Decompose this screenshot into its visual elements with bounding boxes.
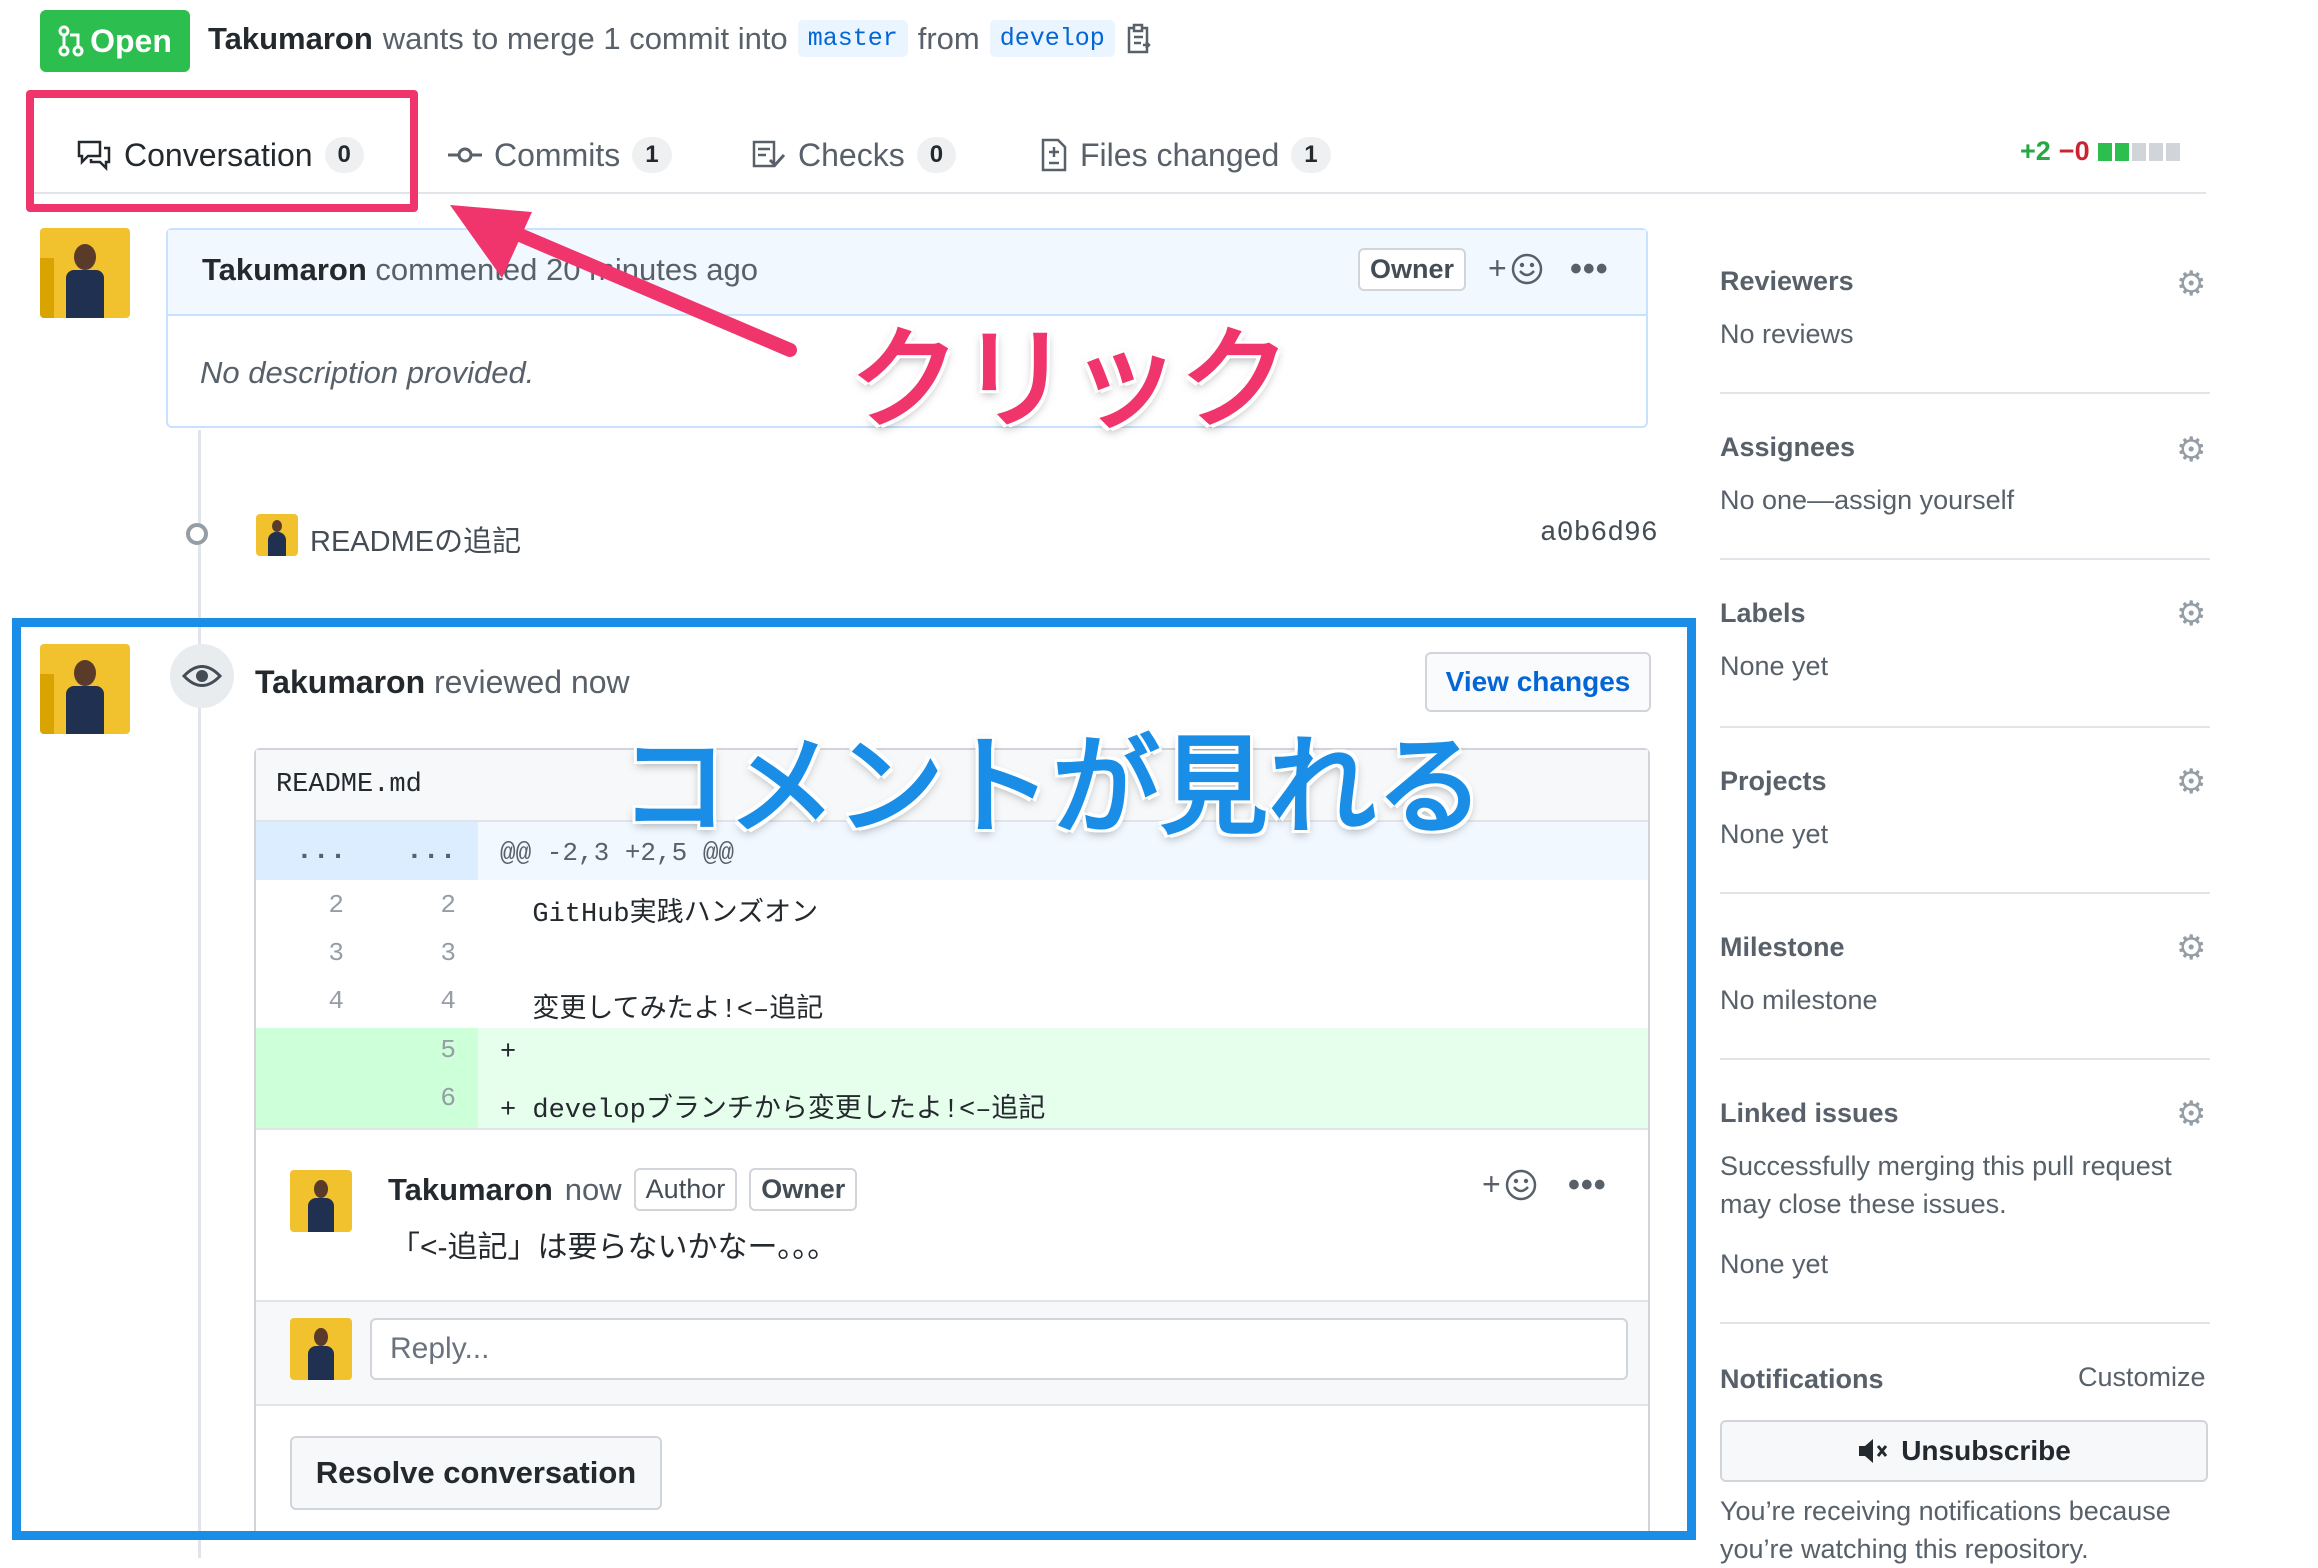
avatar[interactable] bbox=[40, 228, 130, 318]
diffstat-blocks bbox=[2097, 142, 2180, 161]
file-diff-icon bbox=[1041, 138, 1067, 172]
diffstat-block-neutral bbox=[2148, 142, 2163, 161]
pr-state-badge: Open bbox=[40, 10, 190, 72]
tab-files-changed[interactable]: Files changed 1 bbox=[1040, 130, 1331, 180]
commit-message[interactable]: READMEの追記 bbox=[310, 518, 521, 560]
diffstat-block-neutral bbox=[2165, 142, 2180, 161]
smiley-icon bbox=[1511, 253, 1542, 284]
gear-icon[interactable]: ⚙ bbox=[2176, 1094, 2206, 1134]
diffstat-deletions: −0 bbox=[2058, 136, 2090, 166]
diffstat-additions: +2 bbox=[2020, 136, 2051, 166]
diffstat-block-added bbox=[2097, 142, 2112, 161]
sidebar-divider bbox=[1720, 892, 2210, 894]
comment-author[interactable]: Takumaron bbox=[202, 252, 367, 287]
tab-counter: 1 bbox=[632, 137, 672, 173]
sidebar-divider bbox=[1720, 1322, 2210, 1324]
gear-icon[interactable]: ⚙ bbox=[2176, 594, 2206, 634]
callout-click: クリック bbox=[849, 315, 1292, 446]
tab-checks[interactable]: Checks 0 bbox=[752, 130, 957, 180]
notifications-reason: You’re receiving notifications because y… bbox=[1720, 1496, 2171, 1564]
git-commit-icon bbox=[448, 147, 482, 163]
tab-counter: 0 bbox=[916, 137, 957, 173]
unsubscribe-button[interactable]: Unsubscribe bbox=[1720, 1420, 2208, 1482]
base-branch[interactable]: master bbox=[797, 20, 908, 57]
commit-sha[interactable]: a0b6d96 bbox=[1540, 518, 1658, 549]
kebab-menu-icon[interactable]: ••• bbox=[1570, 250, 1609, 289]
sidebar-reviewers: Reviewers No reviews bbox=[1720, 266, 2210, 353]
tab-counter: 1 bbox=[1291, 137, 1331, 173]
sidebar-value: None yet bbox=[1720, 819, 1829, 849]
git-pull-request-icon bbox=[58, 25, 84, 57]
highlight-box-conversation-tab bbox=[26, 90, 418, 212]
tab-label: Checks bbox=[798, 136, 905, 173]
diffstat: +2 −0 bbox=[2020, 136, 2180, 167]
sidebar-value: No milestone bbox=[1720, 985, 1878, 1015]
avatar-body bbox=[66, 270, 104, 318]
sidebar-title[interactable]: Assignees bbox=[1720, 432, 2210, 463]
plus-icon: + bbox=[1488, 250, 1507, 286]
arrow-annotation bbox=[450, 205, 797, 357]
avatar-head bbox=[272, 520, 282, 532]
callout-see-comments: コメントが見れる bbox=[618, 724, 1485, 852]
sidebar-divider bbox=[1720, 1058, 2210, 1060]
git-commit-icon bbox=[186, 523, 208, 545]
head-branch[interactable]: develop bbox=[989, 20, 1115, 57]
tab-label: Commits bbox=[494, 136, 621, 173]
diffstat-block-neutral bbox=[2131, 142, 2146, 161]
sidebar-value: No reviews bbox=[1720, 319, 1854, 349]
gear-icon[interactable]: ⚙ bbox=[2176, 430, 2206, 470]
customize-link[interactable]: Customize bbox=[2078, 1358, 2206, 1396]
sidebar-labels: Labels None yet bbox=[1720, 598, 2210, 685]
sidebar-value: None yet bbox=[1720, 1249, 1829, 1279]
pr-author[interactable]: Takumaron bbox=[208, 21, 373, 57]
sidebar-divider bbox=[1720, 558, 2210, 560]
sidebar-title[interactable]: Labels bbox=[1720, 598, 2210, 629]
tab-commits[interactable]: Commits 1 bbox=[448, 130, 672, 180]
copy-clipboard-icon[interactable] bbox=[1125, 23, 1155, 55]
notifications-title: Notifications bbox=[1720, 1364, 1884, 1394]
sidebar-value[interactable]: No one—assign yourself bbox=[1720, 481, 2210, 519]
checklist-icon bbox=[752, 140, 786, 168]
unsubscribe-label: Unsubscribe bbox=[1901, 1435, 2071, 1466]
avatar-head bbox=[74, 244, 96, 270]
sidebar-title[interactable]: Linked issues bbox=[1720, 1098, 2210, 1129]
mute-icon bbox=[1859, 1439, 1888, 1463]
sidebar-description: Successfully merging this pull request m… bbox=[1720, 1151, 2172, 1219]
pr-from-text: from bbox=[917, 20, 980, 56]
avatar-bg bbox=[40, 258, 54, 318]
diffstat-block-added bbox=[2114, 142, 2129, 161]
tab-label: Files changed bbox=[1080, 136, 1280, 173]
pr-state-label: Open bbox=[90, 22, 172, 59]
sidebar-title[interactable]: Projects bbox=[1720, 766, 2210, 797]
pr-summary: Takumaron wants to merge 1 commit into m… bbox=[208, 20, 1155, 57]
sidebar-value: None yet bbox=[1720, 651, 1829, 681]
gear-icon[interactable]: ⚙ bbox=[2176, 264, 2206, 304]
sidebar-divider bbox=[1720, 392, 2210, 394]
sidebar-projects: Projects None yet bbox=[1720, 766, 2210, 853]
add-reaction-button[interactable]: + bbox=[1488, 250, 1544, 287]
gear-icon[interactable]: ⚙ bbox=[2176, 762, 2206, 802]
avatar[interactable] bbox=[256, 514, 298, 556]
sidebar-linked-issues: Linked issues Successfully merging this … bbox=[1720, 1098, 2210, 1283]
gear-icon[interactable]: ⚙ bbox=[2176, 928, 2206, 968]
avatar-body bbox=[268, 532, 286, 556]
sidebar-assignees: Assignees No one—assign yourself bbox=[1720, 432, 2210, 519]
pr-merge-text: wants to merge 1 commit into bbox=[382, 20, 788, 56]
sidebar-title[interactable]: Milestone bbox=[1720, 932, 2210, 963]
sidebar-divider bbox=[1720, 726, 2210, 728]
sidebar-title[interactable]: Reviewers bbox=[1720, 266, 2210, 297]
sidebar-milestone: Milestone No milestone bbox=[1720, 932, 2210, 1019]
owner-label: Owner bbox=[1358, 248, 1467, 291]
